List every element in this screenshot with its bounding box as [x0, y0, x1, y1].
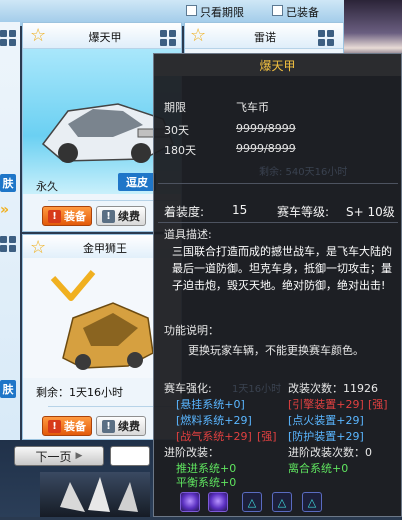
description-label: 道具描述:: [164, 228, 212, 241]
strong-tag: [强]: [368, 398, 388, 411]
price-period: 30天: [164, 124, 189, 137]
description-text: 三国联合打造而成的撼世战车，是飞车大陆的最后一道防御。坦克车身，抵御一切攻击；量…: [172, 245, 392, 292]
alert-icon: !: [48, 419, 61, 433]
card-title: 金甲狮王: [83, 242, 127, 255]
price-value: 9999/8999: [236, 122, 296, 135]
next-page-button[interactable]: 下一页 ▶: [14, 446, 104, 466]
ghost-remaining-2: 1天16小时: [232, 384, 282, 395]
renew-button[interactable]: ! 续费: [96, 206, 146, 226]
car-level-value: S+ 10级: [346, 205, 395, 219]
spikes-illustration: [60, 477, 138, 512]
equip-button[interactable]: ! 装备: [42, 206, 92, 226]
advanced-label: 进阶改装：: [164, 446, 219, 459]
gem-slot-1-icon[interactable]: [180, 492, 200, 512]
separator: [158, 222, 398, 223]
enhance-battle: [战气系统+29]: [176, 430, 252, 443]
arrow-right-icon: ▶: [75, 451, 83, 461]
item-tooltip: 爆天甲 期限 飞车币 30天 9999/8999 180天 9999/8999 …: [153, 53, 402, 517]
skin-tag: 逗皮: [118, 173, 156, 191]
alert-icon: !: [48, 209, 61, 223]
grid-view-icon-4[interactable]: [160, 30, 176, 46]
renew-label: 续费: [118, 420, 140, 433]
renew-button[interactable]: ! 续费: [96, 416, 146, 436]
card-title: 爆天甲: [88, 31, 122, 44]
left-tag-1: 肤: [0, 174, 16, 192]
chevron-up-icon: »: [0, 202, 10, 218]
enhance-ignition: [点火装置+29]: [288, 414, 364, 427]
gem-slot-2-icon[interactable]: [208, 492, 228, 512]
vehicle-preview: [40, 472, 150, 517]
period-header: 期限: [164, 101, 186, 114]
empty-slot-triangle-icon[interactable]: △: [272, 492, 292, 512]
price-period: 180天: [164, 144, 196, 157]
equipped-label: 已装备: [286, 6, 319, 19]
advanced-clutch: 离合系统+0: [288, 462, 349, 475]
empty-slot-triangle-icon[interactable]: △: [242, 492, 262, 512]
favorite-star-icon[interactable]: ☆: [30, 239, 46, 257]
duration-text: 永久: [36, 180, 58, 193]
equip-label: 装备: [64, 420, 86, 433]
price-value: 9999/8999: [236, 142, 296, 155]
equip-level-value: 15: [232, 203, 248, 217]
function-label: 功能说明：: [164, 324, 219, 337]
function-text: 更换玩家车辆，不能更换赛车颜色。: [188, 344, 364, 357]
equip-button[interactable]: ! 装备: [42, 416, 92, 436]
ghost-remaining: 剩余: 540天16小时: [259, 167, 348, 178]
left-card-strip: [0, 22, 20, 442]
next-page-label: 下一页: [35, 449, 72, 464]
strong-tag: [强]: [257, 430, 277, 443]
character-portrait: [344, 0, 402, 60]
grid-view-icon-3[interactable]: [318, 30, 334, 46]
enhance-label: 赛车强化:: [164, 382, 212, 395]
renew-label: 续费: [118, 210, 140, 223]
equipped-checkbox[interactable]: [272, 5, 283, 16]
car-level-label: 赛车等级:: [277, 205, 330, 219]
advanced-balance: 平衡系统+0: [176, 476, 237, 489]
separator: [158, 183, 398, 184]
grid-view-icon[interactable]: [0, 30, 16, 46]
currency-header: 飞车币: [236, 101, 269, 114]
advanced-count: 进阶改装次数：0: [288, 446, 372, 459]
left-tag-2: 肤: [0, 380, 16, 398]
alert-icon: !: [102, 209, 115, 223]
enhance-protection: [防护装置+29]: [288, 430, 364, 443]
modify-count: 改装次数：11926: [288, 382, 378, 395]
page-input[interactable]: [110, 446, 150, 466]
empty-slot-triangle-icon[interactable]: △: [302, 492, 322, 512]
equip-level-label: 着装度:: [164, 205, 205, 219]
favorite-star-icon[interactable]: ☆: [30, 27, 46, 45]
enhance-fuel: [燃料系统+29]: [176, 414, 252, 427]
only-limited-label: 只看期限: [200, 6, 244, 19]
enhance-engine: [引擎装置+29]: [288, 398, 364, 411]
remaining-time: 剩余：1天16小时: [36, 386, 123, 399]
enhance-suspension: [悬挂系统+0]: [176, 398, 245, 411]
favorite-star-icon[interactable]: ☆: [190, 27, 206, 45]
tooltip-title: 爆天甲: [154, 54, 401, 76]
only-limited-checkbox[interactable]: [186, 5, 197, 16]
equip-label: 装备: [64, 210, 86, 223]
grid-view-icon-2[interactable]: [0, 236, 16, 252]
card-title: 雷诺: [254, 31, 276, 44]
alert-icon: !: [102, 419, 115, 433]
